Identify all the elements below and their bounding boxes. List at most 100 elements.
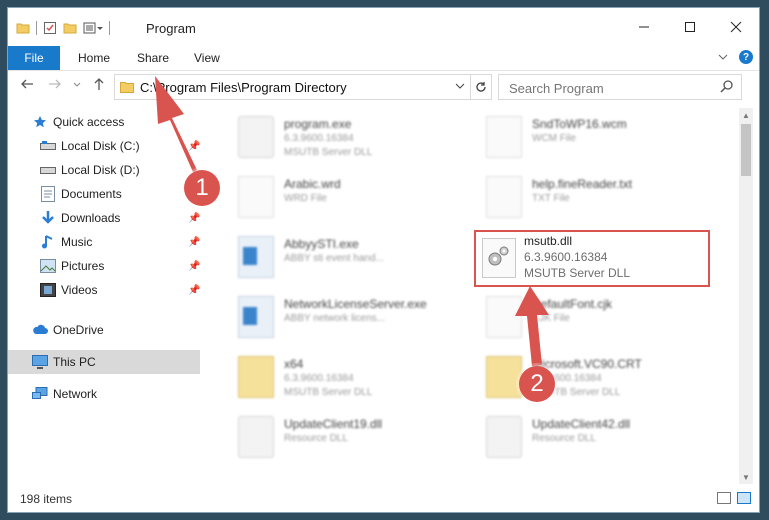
file-explorer-window: Program File Home Share View ? C:\Progra… bbox=[8, 8, 759, 512]
document-file-icon bbox=[486, 296, 522, 338]
maximize-icon bbox=[685, 22, 695, 32]
sidebar-item-local-disk-c[interactable]: Local Disk (C:) 📌 bbox=[8, 134, 200, 158]
file-item[interactable]: UpdateClient42.dll Resource DLL bbox=[456, 410, 696, 462]
sidebar-item-label: OneDrive bbox=[53, 323, 104, 337]
file-list: program.exe 6.3.9600.16384 MSUTB Server … bbox=[208, 108, 738, 482]
file-item[interactable]: AbbyySTI.exe ABBY sti event hand... bbox=[208, 230, 448, 282]
folder-icon bbox=[486, 356, 522, 398]
forward-button[interactable] bbox=[48, 77, 62, 94]
up-button[interactable] bbox=[92, 77, 106, 94]
file-name: help.fineReader.txt bbox=[532, 177, 633, 191]
toolbar-divider bbox=[36, 21, 37, 35]
file-item[interactable]: UpdateClient19.dll Resource DLL bbox=[208, 410, 448, 462]
computer-icon bbox=[32, 354, 48, 370]
file-type: TXT File bbox=[532, 193, 570, 204]
address-bar[interactable]: C:\Program Files\Program Directory bbox=[114, 74, 492, 100]
sidebar-item-label: Music bbox=[61, 235, 93, 249]
minimize-button[interactable] bbox=[621, 8, 667, 46]
file-name: program.exe bbox=[284, 117, 352, 131]
file-type: Resource DLL bbox=[284, 433, 348, 444]
address-dropdown-button[interactable] bbox=[455, 79, 465, 96]
pin-icon: 📌 bbox=[188, 236, 201, 248]
help-button[interactable]: ? bbox=[739, 50, 753, 64]
close-icon bbox=[730, 21, 742, 33]
close-button[interactable] bbox=[713, 8, 759, 46]
scroll-thumb[interactable] bbox=[741, 124, 751, 176]
tab-share[interactable]: Share bbox=[137, 51, 169, 65]
tab-view[interactable]: View bbox=[194, 51, 220, 65]
tab-home[interactable]: Home bbox=[78, 51, 110, 65]
scroll-down-button[interactable]: ▼ bbox=[739, 470, 753, 484]
file-name: Microsoft.VC90.CRT bbox=[532, 357, 642, 371]
search-icon[interactable] bbox=[720, 79, 734, 93]
file-name: Arabic.wrd bbox=[284, 177, 341, 191]
quick-access-toolbar bbox=[16, 20, 110, 36]
ribbon-controls: ? bbox=[717, 50, 753, 64]
file-item[interactable]: SndToWP16.wcm WCM File bbox=[456, 110, 696, 162]
file-description: MSUTB Server DLL bbox=[524, 266, 631, 280]
file-type: ABBY network licens... bbox=[284, 313, 385, 324]
maximize-button[interactable] bbox=[667, 8, 713, 46]
refresh-button[interactable] bbox=[470, 75, 491, 99]
file-type: Resource DLL bbox=[532, 433, 596, 444]
file-name: AbbyySTI.exe bbox=[284, 237, 359, 251]
sidebar-item-videos[interactable]: Videos 📌 bbox=[8, 278, 200, 302]
sidebar-item-onedrive[interactable]: OneDrive bbox=[8, 318, 200, 342]
documents-icon bbox=[40, 186, 56, 202]
sidebar-item-label: Quick access bbox=[53, 115, 125, 129]
file-type: WRD File bbox=[284, 193, 327, 204]
file-type: CJK File bbox=[532, 313, 570, 324]
file-item[interactable]: x64 6.3.9600.16384 MSUTB Server DLL bbox=[208, 350, 448, 402]
sidebar-item-music[interactable]: Music 📌 bbox=[8, 230, 200, 254]
sidebar-item-quick-access[interactable]: Quick access bbox=[8, 110, 200, 134]
search-box[interactable] bbox=[498, 74, 742, 100]
file-item[interactable]: DefaultFont.cjk CJK File bbox=[456, 290, 696, 342]
navigation-bar: C:\Program Files\Program Directory bbox=[8, 71, 759, 101]
properties-icon[interactable] bbox=[43, 21, 57, 35]
dll-file-icon bbox=[486, 416, 522, 458]
folder-icon bbox=[120, 82, 134, 93]
back-button[interactable] bbox=[20, 77, 34, 94]
address-path[interactable]: C:\Program Files\Program Directory bbox=[140, 80, 347, 95]
tab-file[interactable]: File bbox=[8, 46, 60, 70]
file-item[interactable]: NetworkLicenseServer.exe ABBY network li… bbox=[208, 290, 448, 342]
customize-toolbar-icon[interactable] bbox=[83, 21, 103, 35]
pin-icon: 📌 bbox=[188, 284, 201, 296]
details-view-button[interactable] bbox=[717, 492, 731, 504]
sidebar-item-label: Videos bbox=[61, 283, 98, 297]
vertical-scrollbar[interactable]: ▲ ▼ bbox=[739, 108, 753, 484]
file-item[interactable]: Microsoft.VC90.CRT 6.3.9600.16384 MSUTB … bbox=[456, 350, 696, 402]
file-item-msutb-dll[interactable]: msutb.dll 6.3.9600.16384 MSUTB Server DL… bbox=[478, 232, 706, 284]
file-item[interactable]: Arabic.wrd WRD File bbox=[208, 170, 448, 222]
downloads-icon bbox=[40, 210, 56, 226]
sidebar-item-pictures[interactable]: Pictures 📌 bbox=[8, 254, 200, 278]
file-name: SndToWP16.wcm bbox=[532, 117, 627, 131]
dll-gear-icon bbox=[482, 238, 516, 278]
pin-icon: 📌 bbox=[188, 212, 201, 224]
step-1-badge: 1 bbox=[184, 170, 220, 206]
file-item[interactable]: program.exe 6.3.9600.16384 MSUTB Server … bbox=[208, 110, 448, 162]
file-name: UpdateClient19.dll bbox=[284, 417, 383, 431]
new-folder-icon[interactable] bbox=[63, 21, 77, 35]
file-version: 6.3.9600.16384 bbox=[524, 250, 608, 264]
file-name: msutb.dll bbox=[524, 234, 573, 248]
sidebar-item-local-disk-d[interactable]: Local Disk (D:) bbox=[8, 158, 200, 182]
expand-ribbon-icon[interactable] bbox=[717, 51, 729, 63]
window-controls bbox=[621, 8, 759, 46]
file-item[interactable]: help.fineReader.txt TXT File bbox=[456, 170, 696, 222]
application-icon bbox=[238, 296, 274, 338]
sidebar-item-network[interactable]: Network bbox=[8, 382, 200, 406]
document-file-icon bbox=[486, 176, 522, 218]
ribbon-tabs: File Home Share View ? bbox=[8, 46, 759, 71]
file-description: MSUTB Server DLL bbox=[284, 147, 373, 158]
large-icons-view-button[interactable] bbox=[737, 492, 751, 504]
sidebar-item-this-pc[interactable]: This PC bbox=[8, 350, 200, 374]
cloud-icon bbox=[32, 322, 48, 338]
sidebar-item-documents[interactable]: Documents 📌 bbox=[8, 182, 200, 206]
folder-icon bbox=[238, 356, 274, 398]
scroll-up-button[interactable]: ▲ bbox=[739, 108, 753, 122]
search-input[interactable] bbox=[507, 78, 716, 98]
recent-locations-button[interactable] bbox=[72, 77, 82, 94]
view-switcher bbox=[717, 492, 751, 504]
sidebar-item-downloads[interactable]: Downloads 📌 bbox=[8, 206, 200, 230]
